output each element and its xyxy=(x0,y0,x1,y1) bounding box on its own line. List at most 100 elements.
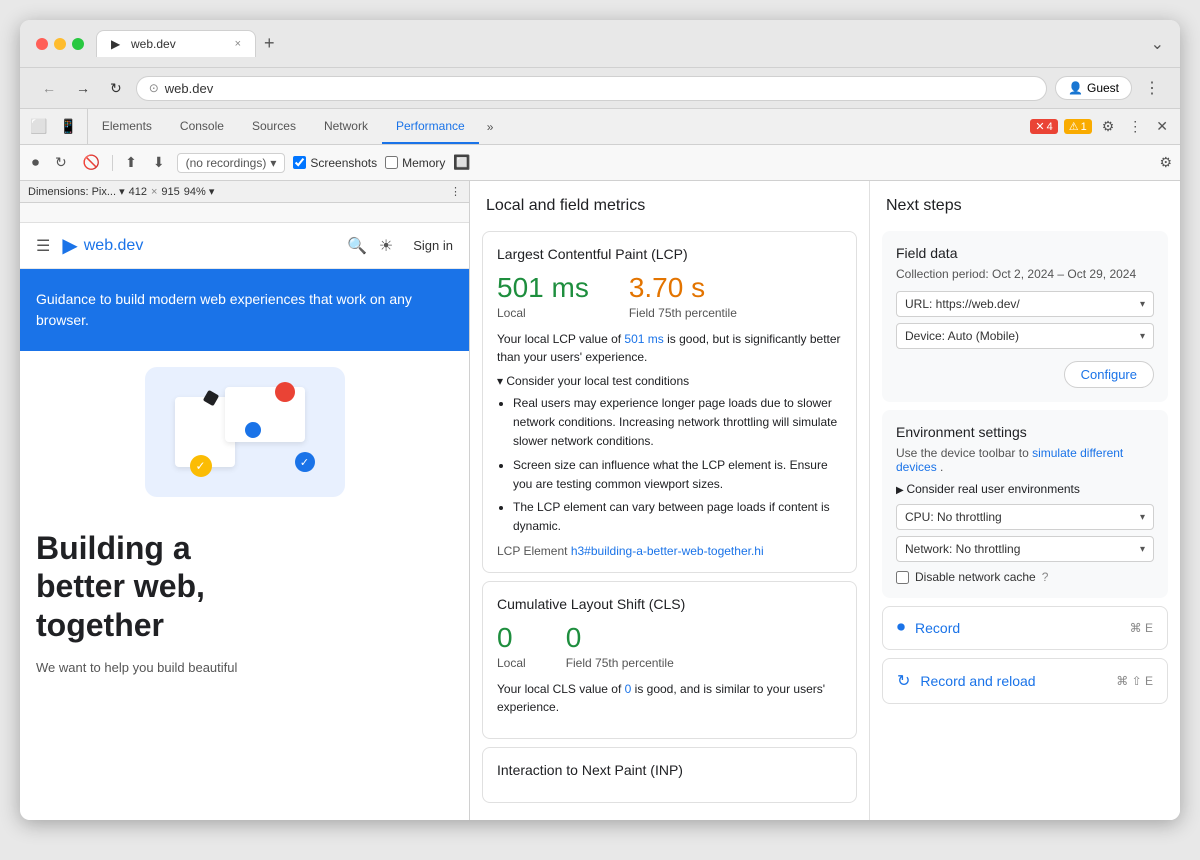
devtools-tabs: Elements Console Sources Network Perform… xyxy=(88,109,1022,144)
heading-line-3: together xyxy=(36,606,453,644)
zoom-dropdown-icon: ▾ xyxy=(209,186,215,198)
record-circle-button[interactable]: ⏺ xyxy=(28,152,43,173)
address-input[interactable]: ⊙ web.dev xyxy=(136,76,1047,101)
lcp-element-link[interactable]: h3#building-a-better-web-together.hi xyxy=(571,544,764,558)
address-right: 👤 Guest ⋮ xyxy=(1055,74,1164,102)
disable-cache-checkbox-label[interactable]: Disable network cache ? xyxy=(896,570,1154,584)
lcp-local: 501 ms Local xyxy=(497,272,589,320)
maximize-button[interactable] xyxy=(72,38,84,50)
tab-elements[interactable]: Elements xyxy=(88,109,166,144)
tab-sources-label: Sources xyxy=(252,119,296,133)
illus-red-circle xyxy=(275,382,295,402)
screenshots-checkbox-input[interactable] xyxy=(293,156,306,169)
element-picker-icon[interactable]: 📱 xyxy=(57,116,78,137)
webpage-logo[interactable]: ▶ web.dev xyxy=(62,233,143,258)
metrics-header: Local and field metrics xyxy=(470,181,869,223)
browser-menu-icon[interactable]: ⋮ xyxy=(1140,74,1164,102)
lcp-element: LCP Element h3#building-a-better-web-tog… xyxy=(497,544,842,558)
record-action-card[interactable]: ⏺ Record ⌘ E xyxy=(882,606,1168,650)
consider-toggle[interactable]: Consider real user environments xyxy=(896,482,1154,496)
tab-console[interactable]: Console xyxy=(166,109,238,144)
url-text: web.dev xyxy=(165,81,213,96)
record-shortcut: ⌘ E xyxy=(1130,621,1153,635)
traffic-lights xyxy=(36,38,84,50)
lcp-consider-toggle[interactable]: Consider your local test conditions xyxy=(497,374,842,388)
lcp-field: 3.70 s Field 75th percentile xyxy=(629,272,737,320)
clear-button[interactable]: 🚫 xyxy=(79,152,104,173)
reload-button[interactable]: ↻ xyxy=(51,152,71,173)
device-select-arrow-icon: ▾ xyxy=(1140,331,1145,342)
memory-checkbox[interactable]: Memory xyxy=(385,156,445,170)
cls-field-value: 0 xyxy=(566,622,674,654)
back-button[interactable]: ← xyxy=(36,78,62,98)
ruler-horizontal xyxy=(20,203,469,223)
new-tab-button[interactable]: + xyxy=(264,33,275,54)
perf-settings-icon[interactable]: ⚙ xyxy=(1159,154,1172,171)
tab-bar: ▶ web.dev × + ⌄ xyxy=(96,30,1164,57)
lcp-values: 501 ms Local 3.70 s Field 75th percentil… xyxy=(497,272,842,320)
devtools-close-icon[interactable]: ✕ xyxy=(1152,116,1172,137)
performance-toolbar: ⏺ ↻ 🚫 ⬆ ⬇ (no recordings) ▾ Screenshots … xyxy=(20,145,1180,181)
dimensions-label-text: Dimensions: Pix... xyxy=(28,186,116,198)
browser-viewport: Dimensions: Pix... ▾ 412 × 915 94% ▾ ⋮ ☰… xyxy=(20,181,470,820)
zoom-select[interactable]: 94% ▾ xyxy=(184,185,215,198)
disable-cache-help-icon: ? xyxy=(1042,570,1049,584)
url-select-label: URL: https://web.dev/ xyxy=(905,297,1020,311)
next-steps-panel: Next steps Field data Collection period:… xyxy=(870,181,1180,820)
device-select[interactable]: Device: Auto (Mobile) ▾ xyxy=(896,323,1154,349)
tab-performance[interactable]: Performance xyxy=(382,109,479,144)
lcp-description: Your local LCP value of 501 ms is good, … xyxy=(497,330,842,366)
inp-title: Interaction to Next Paint (INP) xyxy=(497,762,842,778)
devtools-options-icon[interactable]: ⋮ xyxy=(1124,116,1146,137)
tab-sources[interactable]: Sources xyxy=(238,109,310,144)
record-label: Record xyxy=(915,620,1130,636)
refresh-button[interactable]: ↻ xyxy=(104,78,128,99)
dimensions-menu-icon[interactable]: ⋮ xyxy=(450,185,461,198)
configure-button[interactable]: Configure xyxy=(1064,361,1154,388)
cpu-select-label: CPU: No throttling xyxy=(905,510,1002,524)
configure-row: Configure xyxy=(896,355,1154,388)
recording-select[interactable]: (no recordings) ▾ xyxy=(177,153,286,173)
viewport-height: 915 xyxy=(161,186,179,198)
network-select[interactable]: Network: No throttling ▾ xyxy=(896,536,1154,562)
guest-button[interactable]: 👤 Guest xyxy=(1055,76,1132,100)
theme-toggle-icon[interactable]: ☀ xyxy=(379,236,393,256)
screenshots-checkbox[interactable]: Screenshots xyxy=(293,156,377,170)
record-reload-action-card[interactable]: ↻ Record and reload ⌘ ⇧ E xyxy=(882,658,1168,704)
dimensions-label[interactable]: Dimensions: Pix... ▾ xyxy=(28,185,125,198)
cls-local-value: 0 xyxy=(497,622,526,654)
network-select-label: Network: No throttling xyxy=(905,542,1020,556)
device-toolbar-icon[interactable]: ⬜ xyxy=(28,116,49,137)
tab-network[interactable]: Network xyxy=(310,109,382,144)
screenshots-label: Screenshots xyxy=(310,156,377,170)
more-tabs-button[interactable]: » xyxy=(479,109,502,144)
signin-link[interactable]: Sign in xyxy=(413,238,453,253)
webpage-hero: Guidance to build modern web experiences… xyxy=(20,269,469,351)
minimize-button[interactable] xyxy=(54,38,66,50)
environment-settings-card: Environment settings Use the device tool… xyxy=(882,410,1168,598)
dimensions-bar: Dimensions: Pix... ▾ 412 × 915 94% ▾ ⋮ xyxy=(20,181,469,203)
forward-button[interactable]: → xyxy=(70,78,96,98)
url-select[interactable]: URL: https://web.dev/ ▾ xyxy=(896,291,1154,317)
devtools-left-icons: ⬜ 📱 xyxy=(20,109,88,144)
download-button[interactable]: ⬇ xyxy=(149,152,169,173)
devtools-settings-icon[interactable]: ⚙ xyxy=(1098,116,1119,137)
disable-cache-checkbox[interactable] xyxy=(896,571,909,584)
close-button[interactable] xyxy=(36,38,48,50)
lcp-element-label: LCP Element xyxy=(497,544,567,558)
search-icon[interactable]: 🔍 xyxy=(347,236,367,256)
cpu-select[interactable]: CPU: No throttling ▾ xyxy=(896,504,1154,530)
field-data-title: Field data xyxy=(896,245,1154,261)
tab-close-icon[interactable]: × xyxy=(235,38,241,50)
logo-arrow-icon: ▶ xyxy=(62,233,77,258)
browser-tab[interactable]: ▶ web.dev × xyxy=(96,30,256,57)
recording-dropdown-icon: ▾ xyxy=(270,156,276,170)
hamburger-icon[interactable]: ☰ xyxy=(36,236,50,256)
heading-line-1: Building a xyxy=(36,529,453,567)
collapse-icon[interactable]: ⌄ xyxy=(1151,34,1164,54)
url-select-arrow-icon: ▾ xyxy=(1140,299,1145,310)
webpage-nav: ☰ ▶ web.dev 🔍 ☀ Sign in xyxy=(20,223,469,269)
upload-button[interactable]: ⬆ xyxy=(121,152,141,173)
record-reload-icon: ↻ xyxy=(897,671,910,691)
memory-checkbox-input[interactable] xyxy=(385,156,398,169)
